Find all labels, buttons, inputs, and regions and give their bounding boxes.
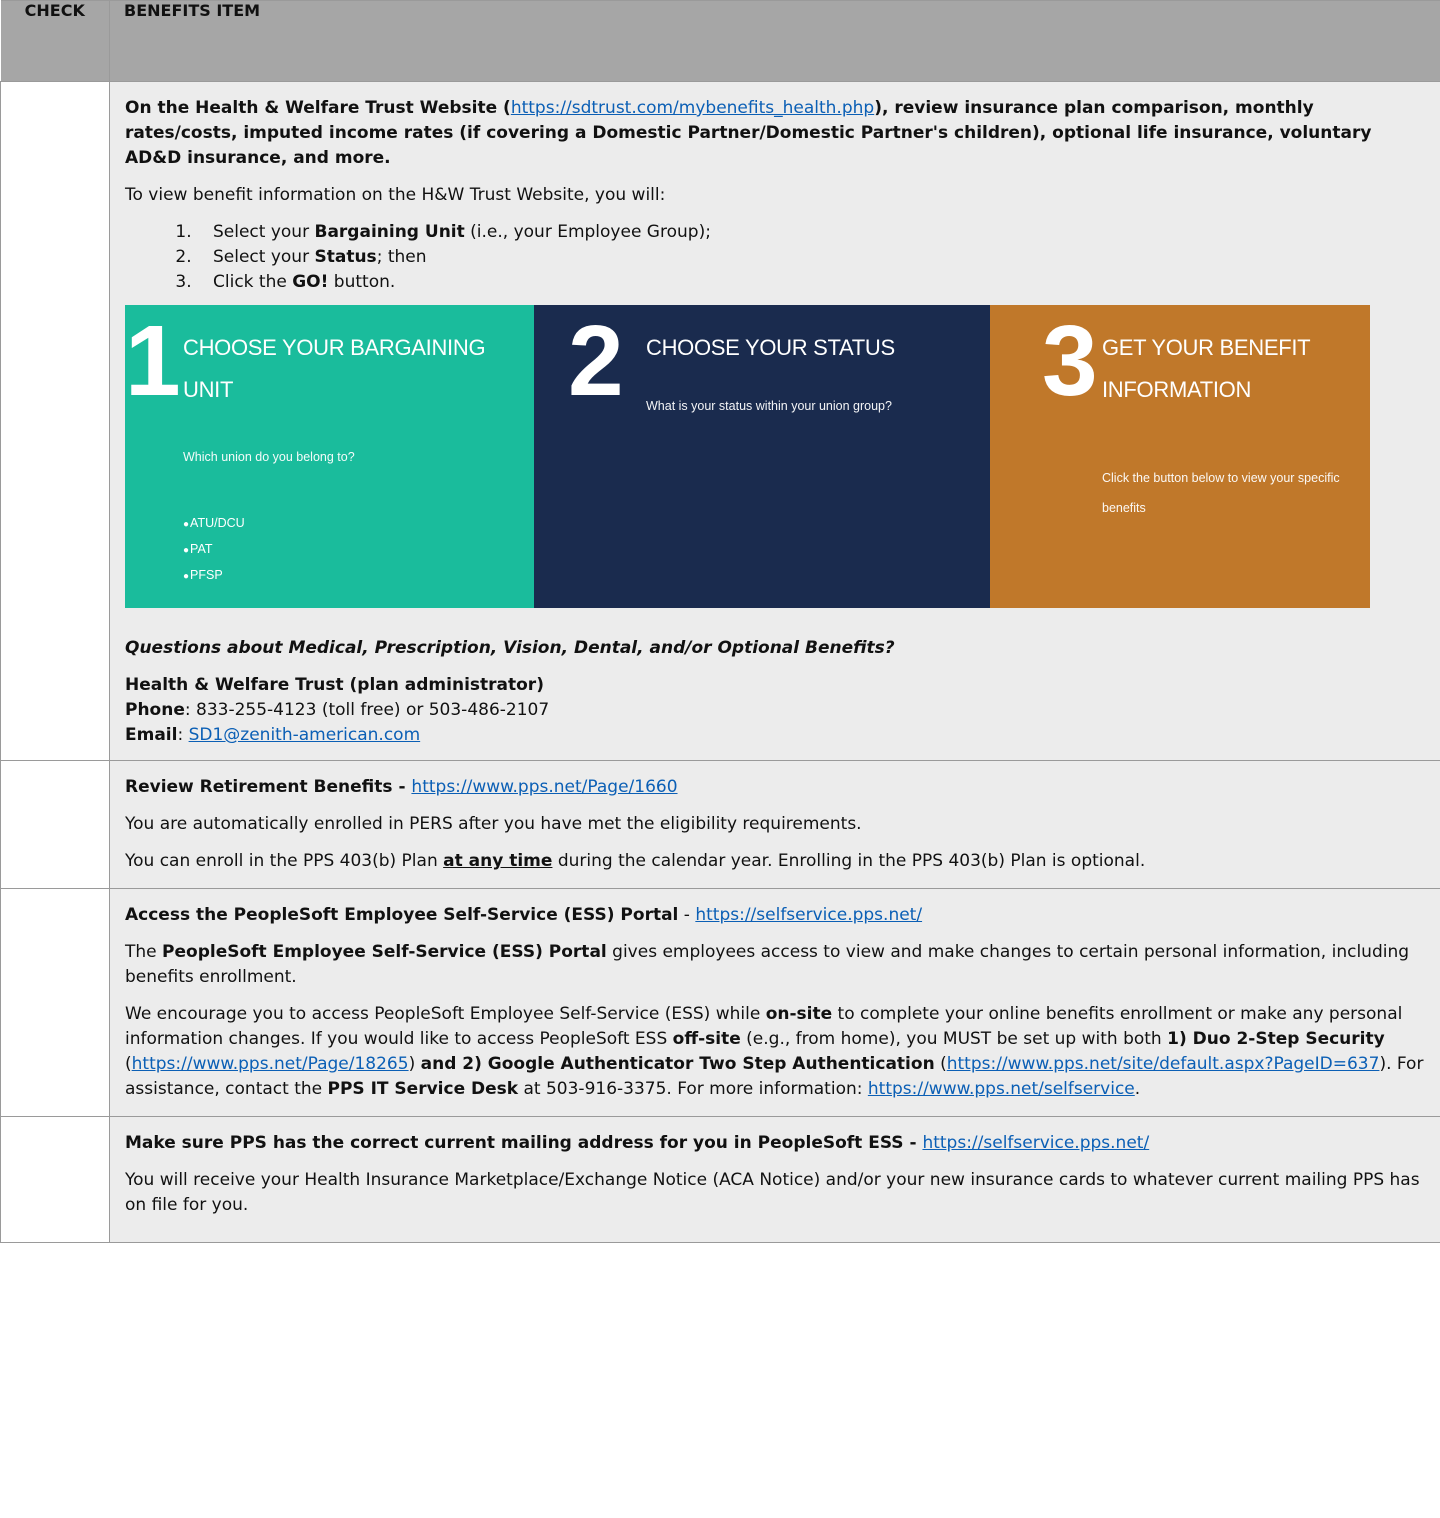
selfservice-info-link[interactable]: https://www.pps.net/selfservice <box>868 1079 1135 1099</box>
step-number: 1 <box>125 305 181 417</box>
step-item: Select your Status; then <box>197 245 1426 270</box>
check-column-header: CHECK <box>0 0 110 82</box>
mailing-text: You will receive your Health Insurance M… <box>125 1170 1420 1215</box>
benefits-item-cell: Make sure PPS has the correct current ma… <box>109 1116 1440 1243</box>
banner-panel-bargaining-unit: 1 Choose your Bargaining Unit Which union… <box>125 305 534 608</box>
mailing-title: Make sure PPS has the correct current ma… <box>125 1133 1150 1153</box>
benefits-item-cell: On the Health & Welfare Trust Website (h… <box>109 81 1440 761</box>
panel-title: Choose your Bargaining Unit <box>183 335 486 402</box>
banner-panel-status: 2 Choose your Status What is your status… <box>534 305 990 608</box>
retirement-title: Review Retirement Benefits - https://www… <box>125 777 678 797</box>
contact-email: Email: SD1@zenith-american.com <box>125 725 421 745</box>
benefits-item-column-header: BENEFITS ITEM <box>109 0 1440 82</box>
panel-subtitle: What is your status within your union gr… <box>646 399 892 413</box>
banner-panel-benefit-info: 3 Get your benefit information Click the … <box>990 305 1370 608</box>
check-cell[interactable] <box>0 760 110 889</box>
step-number: 3 <box>1042 305 1098 417</box>
benefits-steps-banner: 1 Choose your Bargaining Unit Which union… <box>125 305 1370 608</box>
hw-view-instructions: To view benefit information on the H&W T… <box>125 185 666 205</box>
hw-steps-list: Select your Bargaining Unit (i.e., your … <box>125 220 1426 295</box>
ess-title: Access the PeopleSoft Employee Self-Serv… <box>125 905 923 925</box>
benefits-item-cell: Review Retirement Benefits - https://www… <box>109 760 1440 889</box>
checklist-row-health-welfare: On the Health & Welfare Trust Website (h… <box>0 81 1440 761</box>
union-options: ATU/DCU PAT PFSP <box>183 511 245 589</box>
check-cell[interactable] <box>0 888 110 1117</box>
header-row: CHECK BENEFITS ITEM <box>0 0 1440 82</box>
check-cell[interactable] <box>0 81 110 761</box>
union-option: ATU/DCU <box>183 511 245 537</box>
panel-subtitle: Click the button below to view your spec… <box>1102 471 1340 515</box>
step-number: 2 <box>568 305 624 417</box>
pers-text: You are automatically enrolled in PERS a… <box>125 814 862 834</box>
panel-subtitle: Which union do you belong to? <box>183 450 355 464</box>
ess-access-instructions: We encourage you to access PeopleSoft Em… <box>125 1004 1424 1099</box>
403b-text: You can enroll in the PPS 403(b) Plan at… <box>125 851 1146 871</box>
contact-phone: Phone: 833-255-4123 (toll free) or 503-4… <box>125 700 550 720</box>
union-option: PFSP <box>183 563 245 589</box>
checklist-row-ess-portal: Access the PeopleSoft Employee Self-Serv… <box>0 888 1440 1117</box>
ess-link[interactable]: https://selfservice.pps.net/ <box>695 905 922 925</box>
questions-heading: Questions about Medical, Prescription, V… <box>125 638 895 658</box>
benefits-checklist-table: CHECK BENEFITS ITEM On the Health & Welf… <box>0 0 1440 1243</box>
mailing-ess-link[interactable]: https://selfservice.pps.net/ <box>922 1133 1149 1153</box>
union-option: PAT <box>183 537 245 563</box>
step-item: Select your Bargaining Unit (i.e., your … <box>197 220 1426 245</box>
panel-title: Get your benefit information <box>1102 335 1311 402</box>
checklist-row-mailing-address: Make sure PPS has the correct current ma… <box>0 1116 1440 1243</box>
contact-org: Health & Welfare Trust (plan administrat… <box>125 675 544 695</box>
step-item: Click the GO! button. <box>197 270 1426 295</box>
panel-title: Choose your Status <box>646 335 895 360</box>
ess-description: The PeopleSoft Employee Self-Service (ES… <box>125 942 1410 987</box>
checklist-row-retirement: Review Retirement Benefits - https://www… <box>0 760 1440 889</box>
hw-intro-text: On the Health & Welfare Trust Website ( <box>125 98 511 118</box>
google-auth-link[interactable]: https://www.pps.net/site/default.aspx?Pa… <box>947 1054 1380 1074</box>
sdtrust-link[interactable]: https://sdtrust.com/mybenefits_health.ph… <box>511 98 874 118</box>
check-cell[interactable] <box>0 1116 110 1243</box>
duo-link[interactable]: https://www.pps.net/Page/18265 <box>132 1054 409 1074</box>
email-link[interactable]: SD1@zenith-american.com <box>189 725 421 745</box>
retirement-link[interactable]: https://www.pps.net/Page/1660 <box>411 777 677 797</box>
benefits-item-cell: Access the PeopleSoft Employee Self-Serv… <box>109 888 1440 1117</box>
hw-intro: On the Health & Welfare Trust Website (h… <box>125 96 1426 171</box>
